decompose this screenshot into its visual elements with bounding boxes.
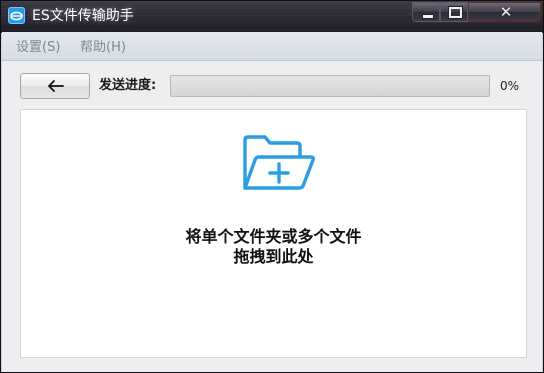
close-button[interactable]: ✕ xyxy=(468,2,541,22)
minimize-button[interactable] xyxy=(412,2,440,22)
arrow-left-icon xyxy=(48,80,64,92)
send-progress-bar xyxy=(170,75,490,97)
maximize-button[interactable] xyxy=(440,2,468,22)
file-drop-zone[interactable]: 将单个文件夹或多个文件 拖拽到此处 xyxy=(20,109,527,358)
drop-hint-line-2: 拖拽到此处 xyxy=(233,247,314,266)
back-button[interactable] xyxy=(20,73,90,99)
minimize-icon xyxy=(422,14,434,19)
app-window: ES文件传输助手 ✕ 设置(S) 帮助(H) 发送进度: 0% 将单个文件夹或多… xyxy=(0,0,544,373)
menu-settings[interactable]: 设置(S) xyxy=(16,40,60,56)
folder-add-icon xyxy=(243,135,315,190)
menu-help[interactable]: 帮助(H) xyxy=(80,40,126,56)
close-icon: ✕ xyxy=(499,3,513,21)
progress-label: 发送进度: xyxy=(99,78,157,93)
window-title: ES文件传输助手 xyxy=(32,8,134,24)
es-app-icon xyxy=(8,7,25,24)
client-area: 发送进度: 0% 将单个文件夹或多个文件 拖拽到此处 xyxy=(2,61,542,372)
drop-hint-line-1: 将单个文件夹或多个文件 xyxy=(185,227,362,246)
maximize-icon xyxy=(449,7,462,18)
progress-percent: 0% xyxy=(500,79,520,93)
title-bar[interactable]: ES文件传输助手 ✕ xyxy=(1,1,543,31)
menu-bar: 设置(S) 帮助(H) xyxy=(2,32,542,61)
